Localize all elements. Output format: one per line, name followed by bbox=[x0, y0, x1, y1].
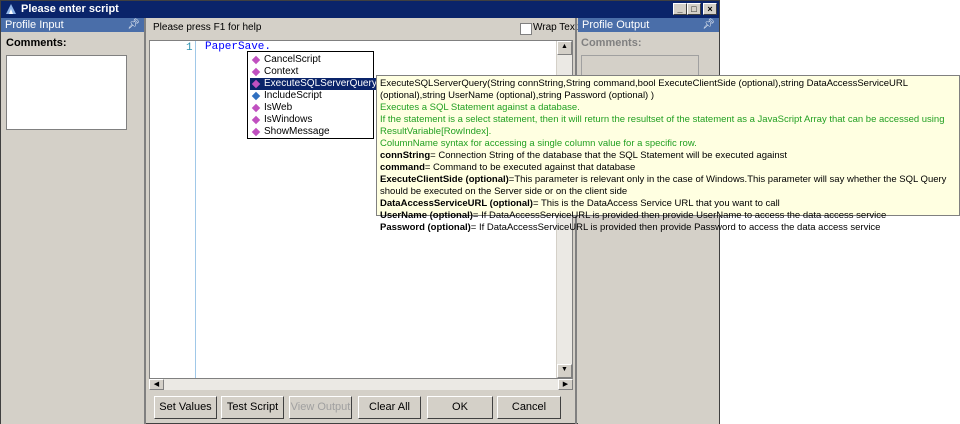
tooltip-description: If the statement is a select statement, … bbox=[380, 114, 945, 137]
tooltip-param: UserName (optional)= If DataAccessServic… bbox=[380, 210, 887, 221]
tooltip-param: connString= Connection String of the dat… bbox=[380, 150, 788, 161]
ok-button[interactable]: OK bbox=[427, 396, 493, 419]
method-icon bbox=[251, 103, 261, 113]
pin-icon[interactable]: 📌︎ bbox=[702, 18, 715, 32]
view-output-button[interactable]: View Output bbox=[289, 396, 352, 419]
tooltip-param: DataAccessServiceURL (optional)= This is… bbox=[380, 198, 780, 209]
profile-output-title: Profile Output bbox=[582, 19, 650, 31]
autocomplete-list: CancelScript Context ExecuteSQLServerQue… bbox=[247, 51, 383, 139]
method-tooltip: ExecuteSQLServerQuery(String connString,… bbox=[376, 75, 960, 233]
method-icon bbox=[251, 115, 261, 125]
set-values-button[interactable]: Set Values bbox=[154, 396, 217, 419]
property-icon bbox=[251, 91, 261, 101]
autocomplete-item[interactable]: ShowMessage bbox=[250, 126, 330, 138]
clear-all-button[interactable]: Clear All bbox=[358, 396, 421, 419]
profile-input-title: Profile Input bbox=[5, 19, 64, 31]
horizontal-scrollbar[interactable]: ◀ ▶ bbox=[149, 379, 573, 390]
title-bar: Please enter script _ □ × bbox=[1, 1, 719, 18]
scroll-right-icon[interactable]: ▶ bbox=[558, 379, 573, 390]
scroll-up-icon[interactable]: ▲ bbox=[557, 41, 572, 55]
minimize-button[interactable]: _ bbox=[673, 3, 687, 15]
help-text: Please press F1 for help bbox=[153, 22, 262, 33]
method-icon bbox=[251, 127, 261, 137]
wrap-text-checkbox[interactable] bbox=[520, 23, 532, 35]
app-icon bbox=[6, 4, 16, 14]
splitter[interactable] bbox=[144, 18, 146, 424]
profile-input-header: Profile Input 📌︎ bbox=[1, 18, 144, 32]
tooltip-param: Password (optional)= If DataAccessServic… bbox=[380, 222, 881, 233]
tooltip-signature: ExecuteSQLServerQuery(String connString,… bbox=[380, 78, 908, 101]
cancel-button[interactable]: Cancel bbox=[497, 396, 561, 419]
method-icon bbox=[251, 67, 261, 77]
maximize-button[interactable]: □ bbox=[687, 3, 701, 15]
gutter-divider bbox=[195, 41, 196, 378]
profile-input-comments-label: Comments: bbox=[6, 37, 67, 49]
wrap-text-label: Wrap Text bbox=[533, 22, 578, 33]
tooltip-param: ExecuteClientSide (optional)=This parame… bbox=[380, 174, 947, 197]
tooltip-description: ColumnName syntax for accessing a single… bbox=[380, 138, 697, 149]
autocomplete-item[interactable]: Context bbox=[250, 66, 298, 78]
autocomplete-item[interactable]: IncludeScript bbox=[250, 90, 322, 102]
pin-icon[interactable]: 📌︎ bbox=[127, 18, 140, 32]
method-icon bbox=[251, 79, 261, 89]
autocomplete-item-selected[interactable]: ExecuteSQLServerQuery bbox=[250, 78, 383, 90]
scroll-left-icon[interactable]: ◀ bbox=[149, 379, 164, 390]
window-title: Please enter script bbox=[21, 3, 119, 15]
test-script-button[interactable]: Test Script bbox=[221, 396, 284, 419]
profile-output-comments-label: Comments: bbox=[581, 37, 642, 49]
scroll-down-icon[interactable]: ▼ bbox=[557, 364, 572, 378]
tooltip-param: command= Command to be executed against … bbox=[380, 162, 636, 173]
close-button[interactable]: × bbox=[703, 3, 717, 15]
autocomplete-item[interactable]: IsWindows bbox=[250, 114, 312, 126]
profile-input-panel: Profile Input 📌︎ Comments: bbox=[1, 18, 144, 424]
profile-output-header: Profile Output 📌︎ bbox=[578, 18, 719, 32]
line-number: 1 bbox=[186, 42, 193, 54]
tooltip-description: Executes a SQL Statement against a datab… bbox=[380, 102, 580, 113]
autocomplete-item[interactable]: CancelScript bbox=[250, 54, 321, 66]
profile-input-comments-box[interactable] bbox=[6, 55, 127, 130]
method-icon bbox=[251, 55, 261, 65]
autocomplete-item[interactable]: IsWeb bbox=[250, 102, 292, 114]
